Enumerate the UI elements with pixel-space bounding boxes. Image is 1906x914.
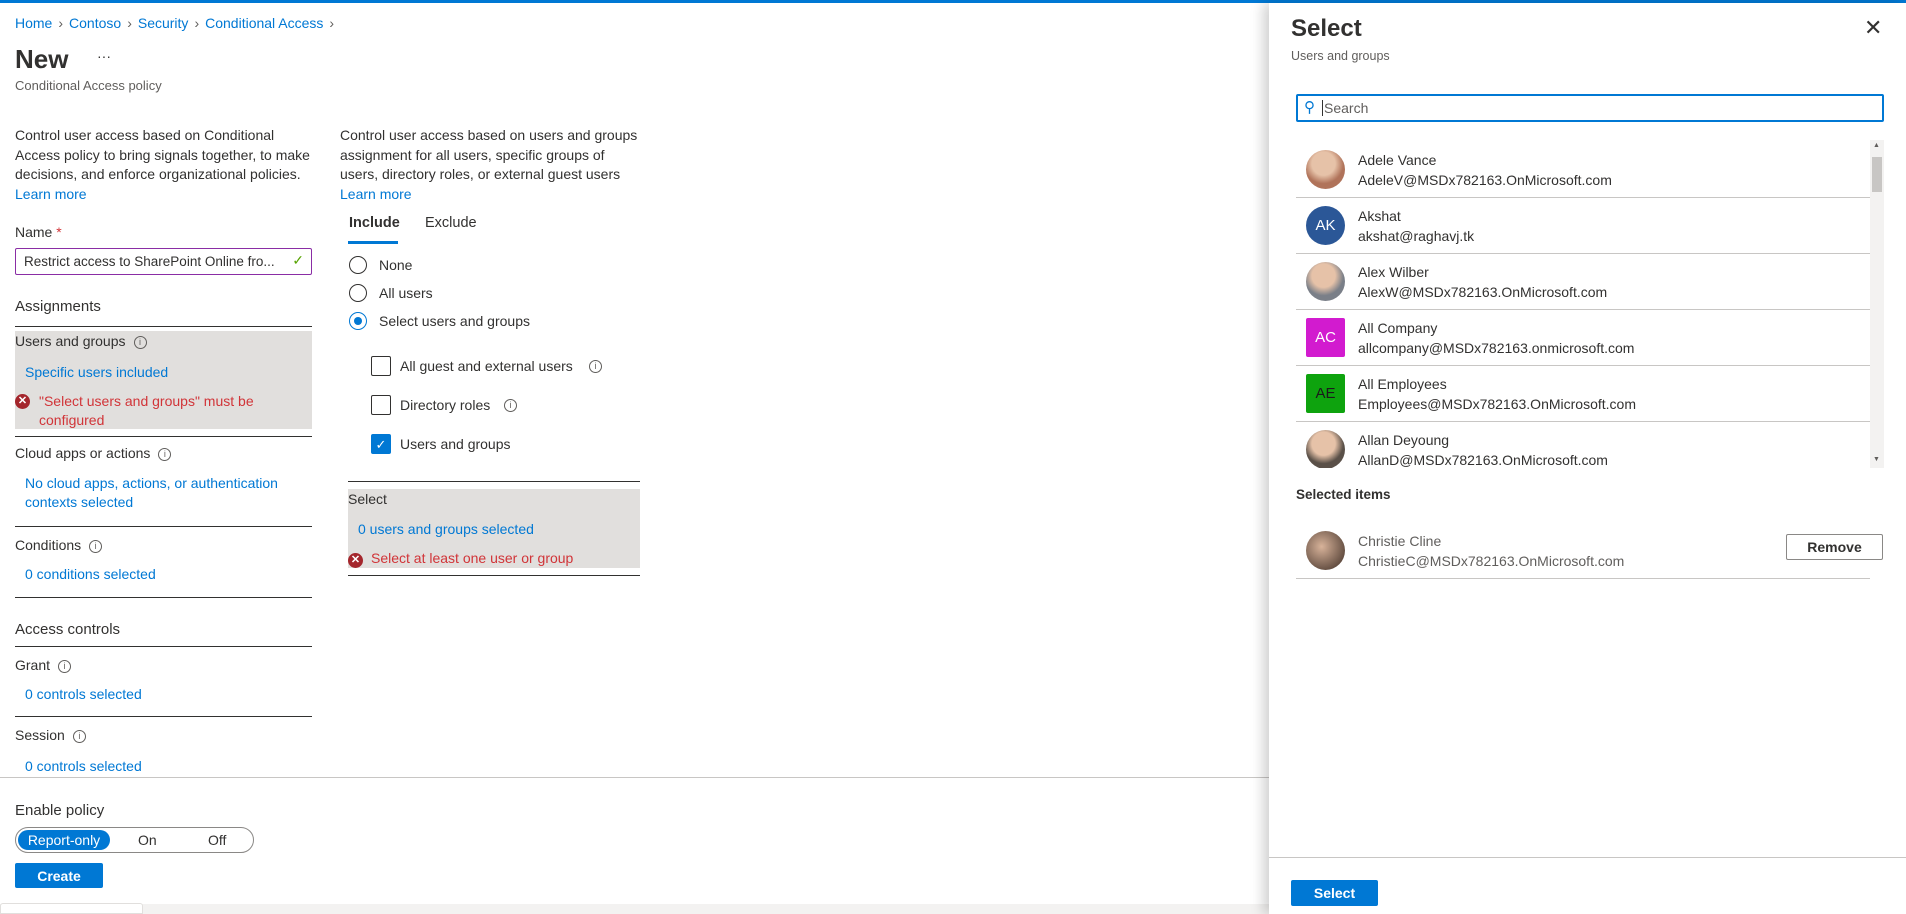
more-options-button[interactable]: ··· <box>97 48 111 64</box>
grant-link[interactable]: 0 controls selected <box>25 686 142 702</box>
select-users-section[interactable]: Select 0 users and groups selected ✕ Sele… <box>348 489 640 568</box>
scroll-up-icon: ▲ <box>1873 142 1880 149</box>
user-email: allcompany@MSDx782163.onmicrosoft.com <box>1358 340 1635 356</box>
page-subtitle: Conditional Access policy <box>15 78 162 93</box>
user-name: All Company <box>1358 320 1438 336</box>
learn-more-link[interactable]: Learn more <box>15 186 87 202</box>
tab-include-underline <box>348 241 398 244</box>
toggle-report-only[interactable]: Report-only <box>18 830 110 850</box>
enable-policy-toggle[interactable]: Report-only On Off <box>15 827 254 853</box>
select-button[interactable]: Select <box>1291 880 1378 906</box>
conditions-label: Conditions i <box>15 537 103 553</box>
breadcrumb: Home › Contoso › Security › Conditional Acc… <box>15 15 334 31</box>
tab-exclude[interactable]: Exclude <box>425 215 477 231</box>
user-name: Allan Deyoung <box>1358 432 1450 448</box>
list-item[interactable]: AC All Company allcompany@MSDx782163.onm… <box>1296 310 1870 366</box>
avatar <box>1306 262 1345 301</box>
session-label: Session i <box>15 727 86 743</box>
avatar <box>1306 531 1345 570</box>
scrollbar-thumb[interactable] <box>1872 157 1882 192</box>
avatar <box>1306 150 1345 189</box>
avatar <box>1306 430 1345 468</box>
bottom-tab[interactable] <box>0 903 143 914</box>
search-input[interactable]: ⚲ Search <box>1296 94 1884 122</box>
panel-title: Select <box>1291 15 1362 42</box>
avatar: AC <box>1306 318 1345 357</box>
conditions-link[interactable]: 0 conditions selected <box>25 566 156 582</box>
chevron-right-icon: › <box>58 15 64 31</box>
breadcrumb-home[interactable]: Home <box>15 15 52 31</box>
avatar: AE <box>1306 374 1345 413</box>
check-icon: ✓ <box>371 434 391 454</box>
users-selected-link[interactable]: 0 users and groups selected <box>358 521 534 537</box>
remove-button[interactable]: Remove <box>1786 534 1883 560</box>
info-icon: i <box>589 360 602 373</box>
cloud-apps-label: Cloud apps or actions i <box>15 445 172 461</box>
panel-subtitle: Users and groups <box>1291 49 1390 63</box>
access-controls-heading: Access controls <box>15 621 121 638</box>
users-description: Control user access based on users and g… <box>340 127 638 202</box>
chevron-right-icon: › <box>127 15 132 31</box>
user-email: akshat@raghavj.tk <box>1358 228 1475 244</box>
list-item[interactable]: Alex Wilber AlexW@MSDx782163.OnMicrosoft… <box>1296 254 1870 310</box>
avatar: AK <box>1306 206 1345 245</box>
error-icon: ✕ <box>15 394 30 409</box>
user-email: AllanD@MSDx782163.OnMicrosoft.com <box>1358 452 1608 468</box>
selected-items-heading: Selected items <box>1296 487 1391 502</box>
name-label: Name * <box>15 224 62 240</box>
user-email: AlexW@MSDx782163.OnMicrosoft.com <box>1358 284 1608 300</box>
page-title: New <box>15 44 69 74</box>
list-item[interactable]: AK Akshat akshat@raghavj.tk <box>1296 198 1870 254</box>
info-icon: i <box>58 660 72 673</box>
list-item[interactable]: Allan Deyoung AllanD@MSDx782163.OnMicros… <box>1296 422 1870 468</box>
user-list: Adele Vance AdeleV@MSDx782163.OnMicrosof… <box>1269 140 1906 468</box>
scrollbar[interactable]: ▲ ▼ <box>1870 140 1884 468</box>
close-icon[interactable]: ✕ <box>1864 15 1882 41</box>
policy-description: Control user access based on Conditional… <box>15 127 310 202</box>
user-name: All Employees <box>1358 376 1447 392</box>
grant-label: Grant i <box>15 657 72 673</box>
users-and-groups-section[interactable]: Users and groups i Specific users include… <box>15 331 312 429</box>
enable-policy-label: Enable policy <box>15 802 105 819</box>
cloud-apps-link[interactable]: No cloud apps, actions, or authenticatio… <box>25 474 295 512</box>
search-icon: ⚲ <box>1304 99 1315 116</box>
user-email: Employees@MSDx782163.OnMicrosoft.com <box>1358 396 1636 412</box>
info-icon: i <box>504 399 517 412</box>
breadcrumb-contoso[interactable]: Contoso <box>69 15 121 31</box>
toggle-off[interactable]: Off <box>208 832 226 848</box>
info-icon: i <box>158 448 172 461</box>
list-item[interactable]: AE All Employees Employees@MSDx782163.On… <box>1296 366 1870 422</box>
error-icon: ✕ <box>348 553 363 568</box>
selected-item: Christie Cline ChristieC@MSDx782163.OnMi… <box>1296 523 1883 579</box>
user-email: AdeleV@MSDx782163.OnMicrosoft.com <box>1358 172 1612 188</box>
learn-more-link[interactable]: Learn more <box>340 186 412 202</box>
list-item[interactable]: Adele Vance AdeleV@MSDx782163.OnMicrosof… <box>1296 142 1870 198</box>
tab-include[interactable]: Include <box>349 215 400 231</box>
breadcrumb-conditional-access[interactable]: Conditional Access <box>205 15 323 31</box>
assignments-heading: Assignments <box>15 298 101 315</box>
name-input[interactable]: Restrict access to SharePoint Online fro… <box>15 248 312 275</box>
create-button[interactable]: Create <box>15 863 103 888</box>
info-icon: i <box>89 540 103 553</box>
user-name: Akshat <box>1358 208 1401 224</box>
status-strip <box>0 904 1269 914</box>
check-icon: ✓ <box>292 252 304 268</box>
breadcrumb-security[interactable]: Security <box>138 15 189 31</box>
info-icon: i <box>72 730 86 743</box>
user-name: Alex Wilber <box>1358 264 1429 280</box>
info-icon: i <box>133 336 147 349</box>
specific-users-link[interactable]: Specific users included <box>25 364 168 380</box>
scroll-down-icon: ▼ <box>1873 456 1880 463</box>
select-error: ✕ Select at least one user or group <box>348 550 573 568</box>
chevron-right-icon: › <box>194 15 200 31</box>
toggle-on[interactable]: On <box>138 832 157 848</box>
users-groups-error: ✕ "Select users and groups" must be confi… <box>15 392 305 430</box>
select-users-panel: Select Users and groups ✕ ⚲ Search Adele… <box>1269 3 1906 914</box>
chevron-right-icon: › <box>329 15 335 31</box>
user-name: Adele Vance <box>1358 152 1437 168</box>
session-link[interactable]: 0 controls selected <box>25 758 142 774</box>
